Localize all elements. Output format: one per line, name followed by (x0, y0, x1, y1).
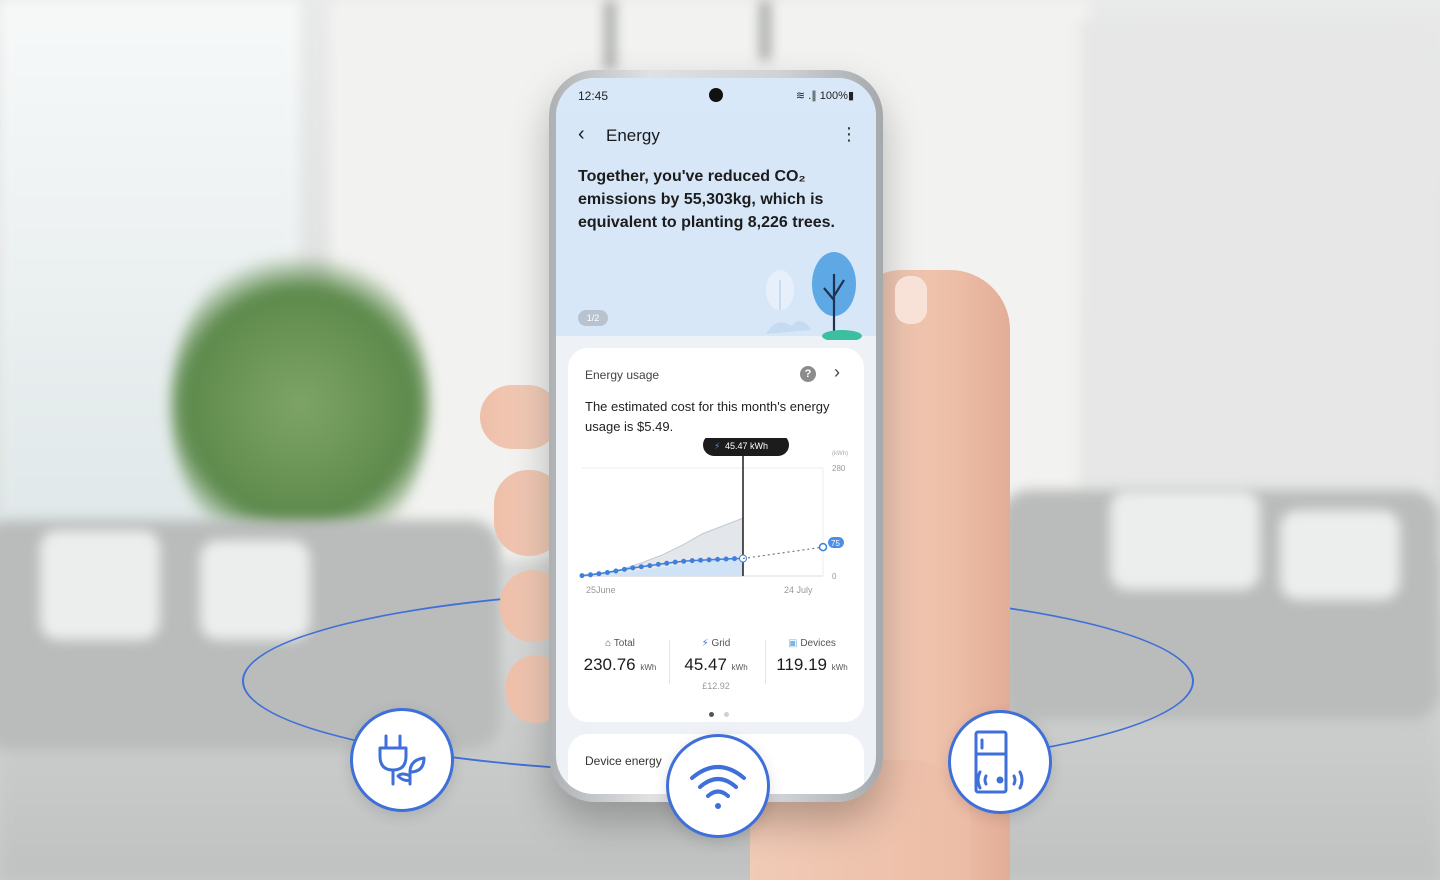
usage-point (664, 560, 670, 566)
background-cushion (200, 540, 310, 640)
usage-point (715, 556, 721, 562)
usage-point (613, 568, 619, 574)
usage-point (655, 561, 661, 567)
hand-finger (480, 385, 560, 449)
background-pendant-light (605, 0, 615, 70)
page-dot[interactable] (724, 712, 730, 717)
usage-point (723, 556, 729, 562)
card-page-dots (706, 704, 732, 722)
x-start-label: 25June (586, 585, 616, 595)
usage-point (689, 558, 695, 564)
usage-point (672, 559, 678, 565)
page-dot-active[interactable] (709, 712, 714, 717)
co2-message: Together, you've reduced CO₂ emissions b… (578, 168, 835, 231)
bolt-icon: ⚡ (714, 441, 720, 451)
page-indicator: 1/2 (578, 310, 608, 326)
usage-point (588, 572, 593, 578)
tree-illustration-icon (766, 252, 862, 340)
stat-unit: kWh (831, 663, 848, 672)
stat-label: Total (613, 638, 635, 649)
usage-point (621, 566, 627, 572)
usage-point (698, 557, 704, 563)
chevron-right-icon[interactable]: › (834, 362, 840, 383)
stat-unit: kWh (640, 663, 657, 672)
forecast-line (742, 546, 824, 560)
thumb-nail (895, 276, 927, 324)
tooltip-value: 45.47 kWh (725, 441, 768, 451)
stat-value: 230.76 (583, 655, 636, 674)
app-bar: ‹ Energy ⋮ (578, 123, 858, 147)
stat-label: Devices (800, 638, 836, 649)
wifi-icon (666, 734, 770, 838)
page-title: Energy (606, 126, 660, 145)
usage-point (579, 573, 585, 579)
usage-point (604, 570, 610, 575)
background-cushion (40, 530, 160, 640)
usage-point (596, 571, 602, 577)
stat-devices[interactable]: ▣ Devices 119.19 kWh (764, 638, 860, 675)
y-min-label: 0 (832, 572, 837, 581)
usage-point (732, 556, 737, 562)
scene: 12:45 ≋ .∥ 100%▮ ‹ Energy ⋮ Together, yo… (0, 0, 1440, 880)
bolt-icon: ⚡ (701, 638, 709, 649)
fridge-wireless-icon (948, 710, 1052, 814)
card-title: Energy usage (585, 368, 660, 382)
stat-grid[interactable]: ⚡ Grid 45.47 kWh £12.92 (668, 638, 764, 691)
phone-screen: 12:45 ≋ .∥ 100%▮ ‹ Energy ⋮ Together, yo… (556, 78, 876, 794)
stat-unit: kWh (731, 663, 748, 672)
usage-point (647, 563, 653, 569)
energy-usage-chart[interactable]: (kWh) 280 0 ⚡ 45.47 kWh 75 25June 24 Jul… (578, 438, 858, 608)
forecast-point (818, 542, 828, 552)
co2-hero-banner[interactable]: ‹ Energy ⋮ Together, you've reduced CO₂ … (556, 110, 876, 340)
background-cushion (1110, 490, 1260, 590)
help-icon[interactable]: ? (800, 366, 816, 382)
stat-value: 45.47 (684, 655, 727, 674)
usage-point (706, 557, 712, 563)
status-indicators: ≋ .∥ 100%▮ (795, 90, 854, 102)
background-wall-right (1080, 20, 1440, 560)
stat-total[interactable]: ⌂ Total 230.76 kWh (572, 638, 668, 675)
background-cushion (1280, 510, 1400, 600)
stat-label: Grid (711, 638, 731, 649)
forecast-label: 75 (831, 539, 840, 548)
usage-point (681, 558, 687, 564)
usage-point (638, 564, 644, 570)
x-end-label: 24 July (784, 585, 813, 595)
chevron-left-icon[interactable]: ‹ (578, 123, 585, 145)
y-unit-label: (kWh) (832, 451, 848, 457)
energy-usage-card[interactable]: Energy usage ? › The estimated cost for … (568, 348, 864, 722)
more-vert-icon[interactable]: ⋮ (840, 123, 858, 145)
cost-estimate-text: The estimated cost for this month's ener… (585, 399, 830, 434)
usage-point (630, 565, 636, 571)
background-pendant-light (760, 0, 770, 60)
card-title: Device energy (585, 754, 662, 768)
home-icon: ⌂ (605, 638, 612, 649)
front-camera (709, 88, 723, 102)
stat-cost: £12.92 (702, 681, 730, 691)
status-time: 12:45 (578, 89, 609, 103)
stat-value: 119.19 (776, 655, 827, 674)
status-bar: 12:45 ≋ .∥ 100%▮ (556, 78, 876, 110)
y-max-label: 280 (832, 464, 846, 473)
plug-leaf-icon (350, 708, 454, 812)
devices-icon: ▣ (788, 638, 798, 649)
